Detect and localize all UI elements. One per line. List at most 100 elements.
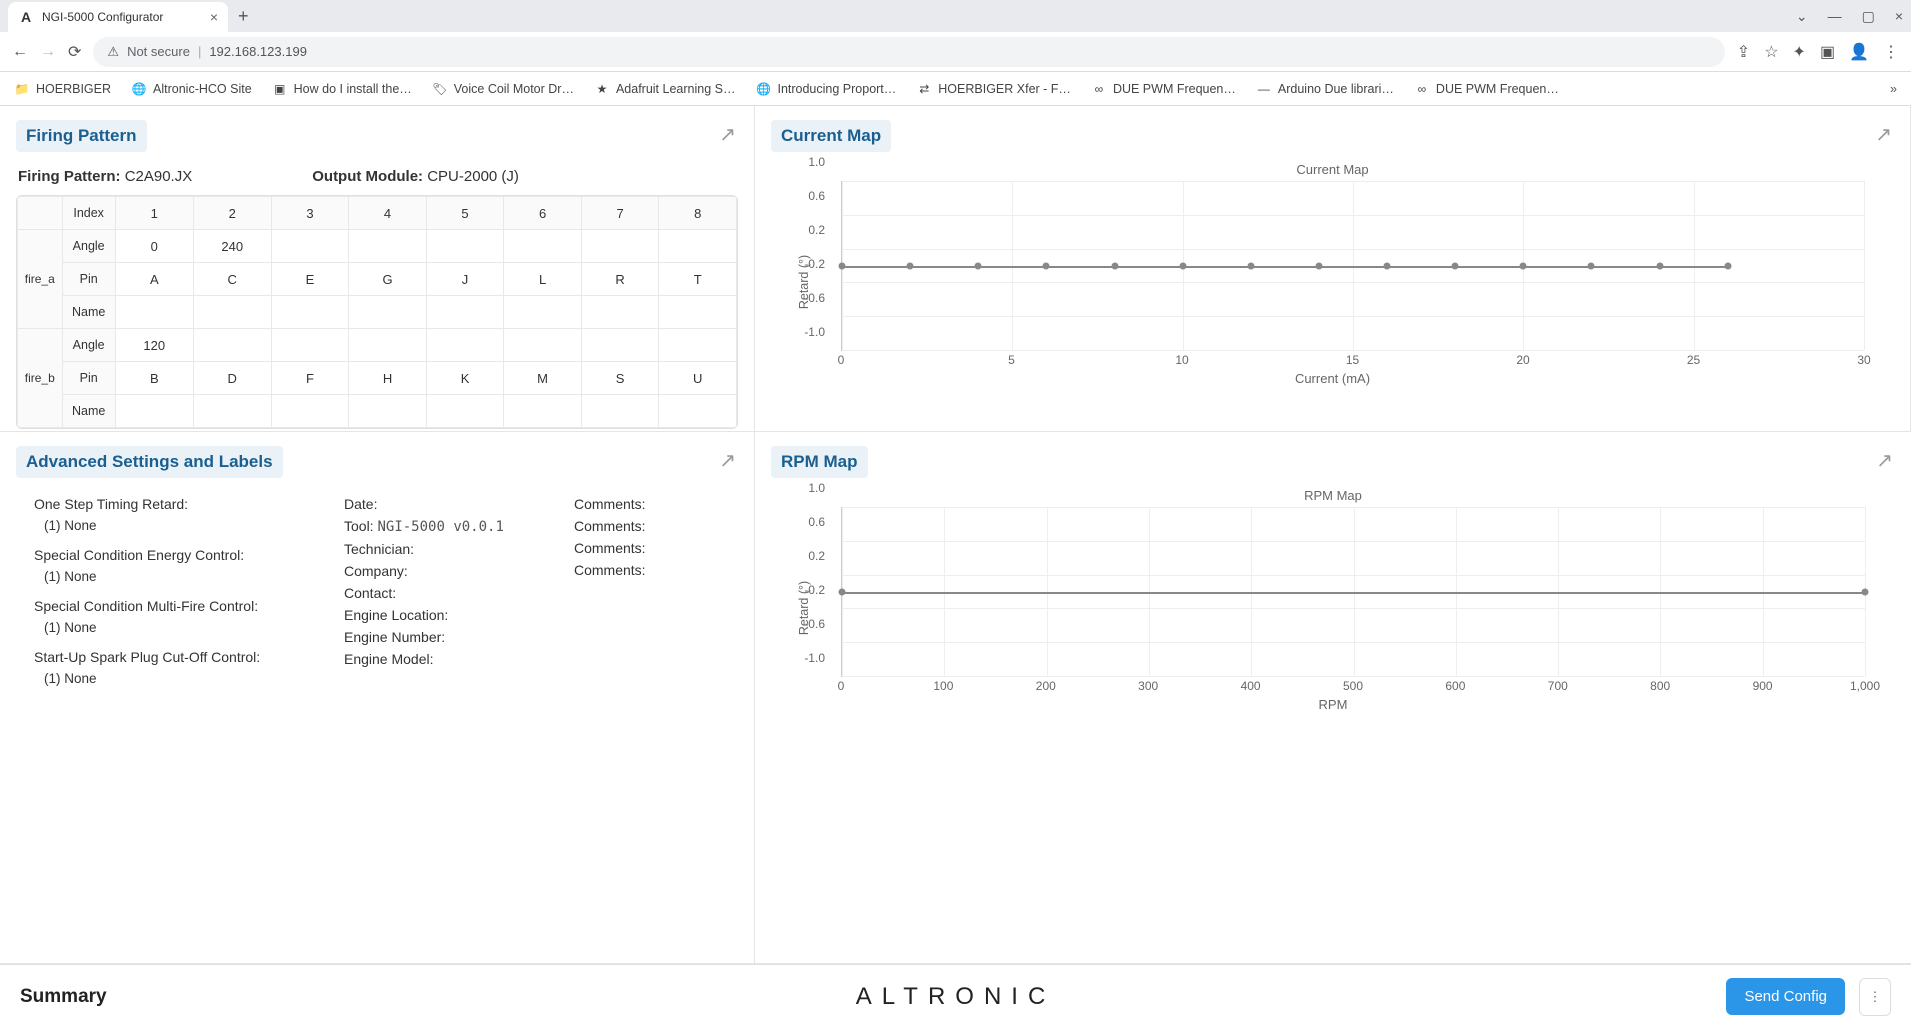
table-cell[interactable] xyxy=(581,329,659,362)
star-icon[interactable]: ☆ xyxy=(1764,42,1778,62)
table-cell[interactable] xyxy=(271,296,349,329)
profile-icon[interactable]: 👤 xyxy=(1849,42,1869,62)
tab-title: NGI-5000 Configurator xyxy=(42,10,163,24)
table-cell[interactable] xyxy=(193,296,271,329)
url-input[interactable]: ⚠ Not secure | 192.168.123.199 xyxy=(93,37,1724,67)
reload-button[interactable]: ⟳ xyxy=(68,42,81,62)
table-cell[interactable] xyxy=(504,395,582,428)
send-config-button[interactable]: Send Config xyxy=(1726,978,1845,1015)
bookmark-item[interactable]: ▣How do I install the… xyxy=(272,81,412,97)
bookmark-icon: 🌐 xyxy=(131,81,147,97)
table-cell[interactable] xyxy=(659,296,737,329)
table-cell[interactable] xyxy=(349,395,427,428)
table-cell[interactable]: 240 xyxy=(193,230,271,263)
table-cell[interactable]: H xyxy=(349,362,427,395)
table-cell[interactable] xyxy=(271,329,349,362)
bookmark-icon: 🌐 xyxy=(755,81,771,97)
firing-pattern-table: Index12345678fire_aAngle0240PinACEGJLRTN… xyxy=(16,195,738,429)
table-cell[interactable]: 0 xyxy=(115,230,193,263)
table-cell[interactable]: J xyxy=(426,263,504,296)
table-cell[interactable] xyxy=(581,230,659,263)
forward-button[interactable]: → xyxy=(40,43,56,61)
bookmark-label: Arduino Due librari… xyxy=(1278,82,1394,96)
table-cell[interactable] xyxy=(193,329,271,362)
table-cell[interactable] xyxy=(349,296,427,329)
table-cell[interactable] xyxy=(271,395,349,428)
x-tick: 500 xyxy=(1343,679,1363,693)
address-bar: ← → ⟳ ⚠ Not secure | 192.168.123.199 ⇪ ☆… xyxy=(0,32,1911,72)
table-cell[interactable]: R xyxy=(581,263,659,296)
table-cell[interactable]: C xyxy=(193,263,271,296)
bookmark-item[interactable]: ∞DUE PWM Frequen… xyxy=(1091,81,1236,97)
table-cell[interactable] xyxy=(659,395,737,428)
table-cell[interactable] xyxy=(271,230,349,263)
fp-output-value: CPU-2000 (J) xyxy=(427,168,519,185)
table-cell[interactable] xyxy=(349,230,427,263)
table-cell[interactable] xyxy=(426,230,504,263)
table-cell[interactable] xyxy=(115,296,193,329)
table-cell[interactable]: K xyxy=(426,362,504,395)
sidepanel-icon[interactable]: ▣ xyxy=(1820,42,1835,62)
table-cell[interactable]: E xyxy=(271,263,349,296)
table-cell[interactable]: 120 xyxy=(115,329,193,362)
table-cell[interactable] xyxy=(504,230,582,263)
chart-data-point xyxy=(839,262,846,269)
extensions-icon[interactable]: ✦ xyxy=(1793,42,1806,62)
chart-title: Current Map xyxy=(771,162,1894,177)
expand-icon[interactable]: ↗ xyxy=(1876,448,1893,473)
table-cell[interactable] xyxy=(193,395,271,428)
x-tick: 20 xyxy=(1516,353,1529,367)
table-cell[interactable]: S xyxy=(581,362,659,395)
table-cell[interactable] xyxy=(426,395,504,428)
table-cell[interactable]: A xyxy=(115,263,193,296)
chevron-down-icon[interactable]: ⌄ xyxy=(1796,8,1808,25)
bookmark-item[interactable]: 🏷Voice Coil Motor Dr… xyxy=(432,81,574,97)
share-icon[interactable]: ⇪ xyxy=(1737,42,1750,62)
maximize-icon[interactable]: ▢ xyxy=(1862,8,1875,25)
bookmark-item[interactable]: 🌐Introducing Proport… xyxy=(755,81,896,97)
table-cell[interactable]: M xyxy=(504,362,582,395)
table-cell[interactable]: B xyxy=(115,362,193,395)
table-cell[interactable] xyxy=(581,395,659,428)
setting-label: Start-Up Spark Plug Cut-Off Control: xyxy=(34,649,260,665)
table-cell[interactable]: F xyxy=(271,362,349,395)
table-cell[interactable] xyxy=(426,329,504,362)
new-tab-button[interactable]: + xyxy=(238,6,249,27)
back-button[interactable]: ← xyxy=(12,43,28,61)
table-cell[interactable] xyxy=(659,329,737,362)
bookmark-item[interactable]: —Arduino Due librari… xyxy=(1256,81,1394,97)
table-cell[interactable] xyxy=(504,296,582,329)
table-cell[interactable] xyxy=(426,296,504,329)
expand-icon[interactable]: ↗ xyxy=(719,448,736,473)
expand-icon[interactable]: ↗ xyxy=(719,122,736,147)
table-cell[interactable] xyxy=(504,329,582,362)
table-cell[interactable] xyxy=(115,395,193,428)
table-cell[interactable]: U xyxy=(659,362,737,395)
close-window-icon[interactable]: × xyxy=(1895,8,1903,25)
table-cell[interactable] xyxy=(659,230,737,263)
x-tick: 25 xyxy=(1687,353,1700,367)
footer-menu-icon[interactable]: ⋮ xyxy=(1859,978,1891,1016)
setting-label: Comments: xyxy=(574,518,646,534)
bookmarks-overflow-icon[interactable]: » xyxy=(1890,82,1897,96)
expand-icon[interactable]: ↗ xyxy=(1875,122,1892,147)
setting-label: Special Condition Energy Control: xyxy=(34,547,244,563)
bookmark-item[interactable]: ⇄HOERBIGER Xfer - F… xyxy=(916,81,1071,97)
browser-tab[interactable]: A NGI-5000 Configurator × xyxy=(8,2,228,32)
table-cell[interactable] xyxy=(349,329,427,362)
table-cell[interactable]: D xyxy=(193,362,271,395)
bookmark-item[interactable]: ★Adafruit Learning S… xyxy=(594,81,736,97)
table-cell[interactable] xyxy=(581,296,659,329)
table-cell[interactable]: G xyxy=(349,263,427,296)
x-tick: 0 xyxy=(838,353,845,367)
table-cell[interactable]: L xyxy=(504,263,582,296)
bookmark-icon: ∞ xyxy=(1091,81,1107,97)
bookmark-item[interactable]: 📁HOERBIGER xyxy=(14,81,111,97)
menu-icon[interactable]: ⋮ xyxy=(1883,42,1899,62)
chart-data-point xyxy=(1656,262,1663,269)
bookmark-item[interactable]: 🌐Altronic-HCO Site xyxy=(131,81,252,97)
close-tab-icon[interactable]: × xyxy=(210,9,218,25)
minimize-icon[interactable]: — xyxy=(1828,8,1842,25)
bookmark-item[interactable]: ∞DUE PWM Frequen… xyxy=(1414,81,1559,97)
table-cell[interactable]: T xyxy=(659,263,737,296)
